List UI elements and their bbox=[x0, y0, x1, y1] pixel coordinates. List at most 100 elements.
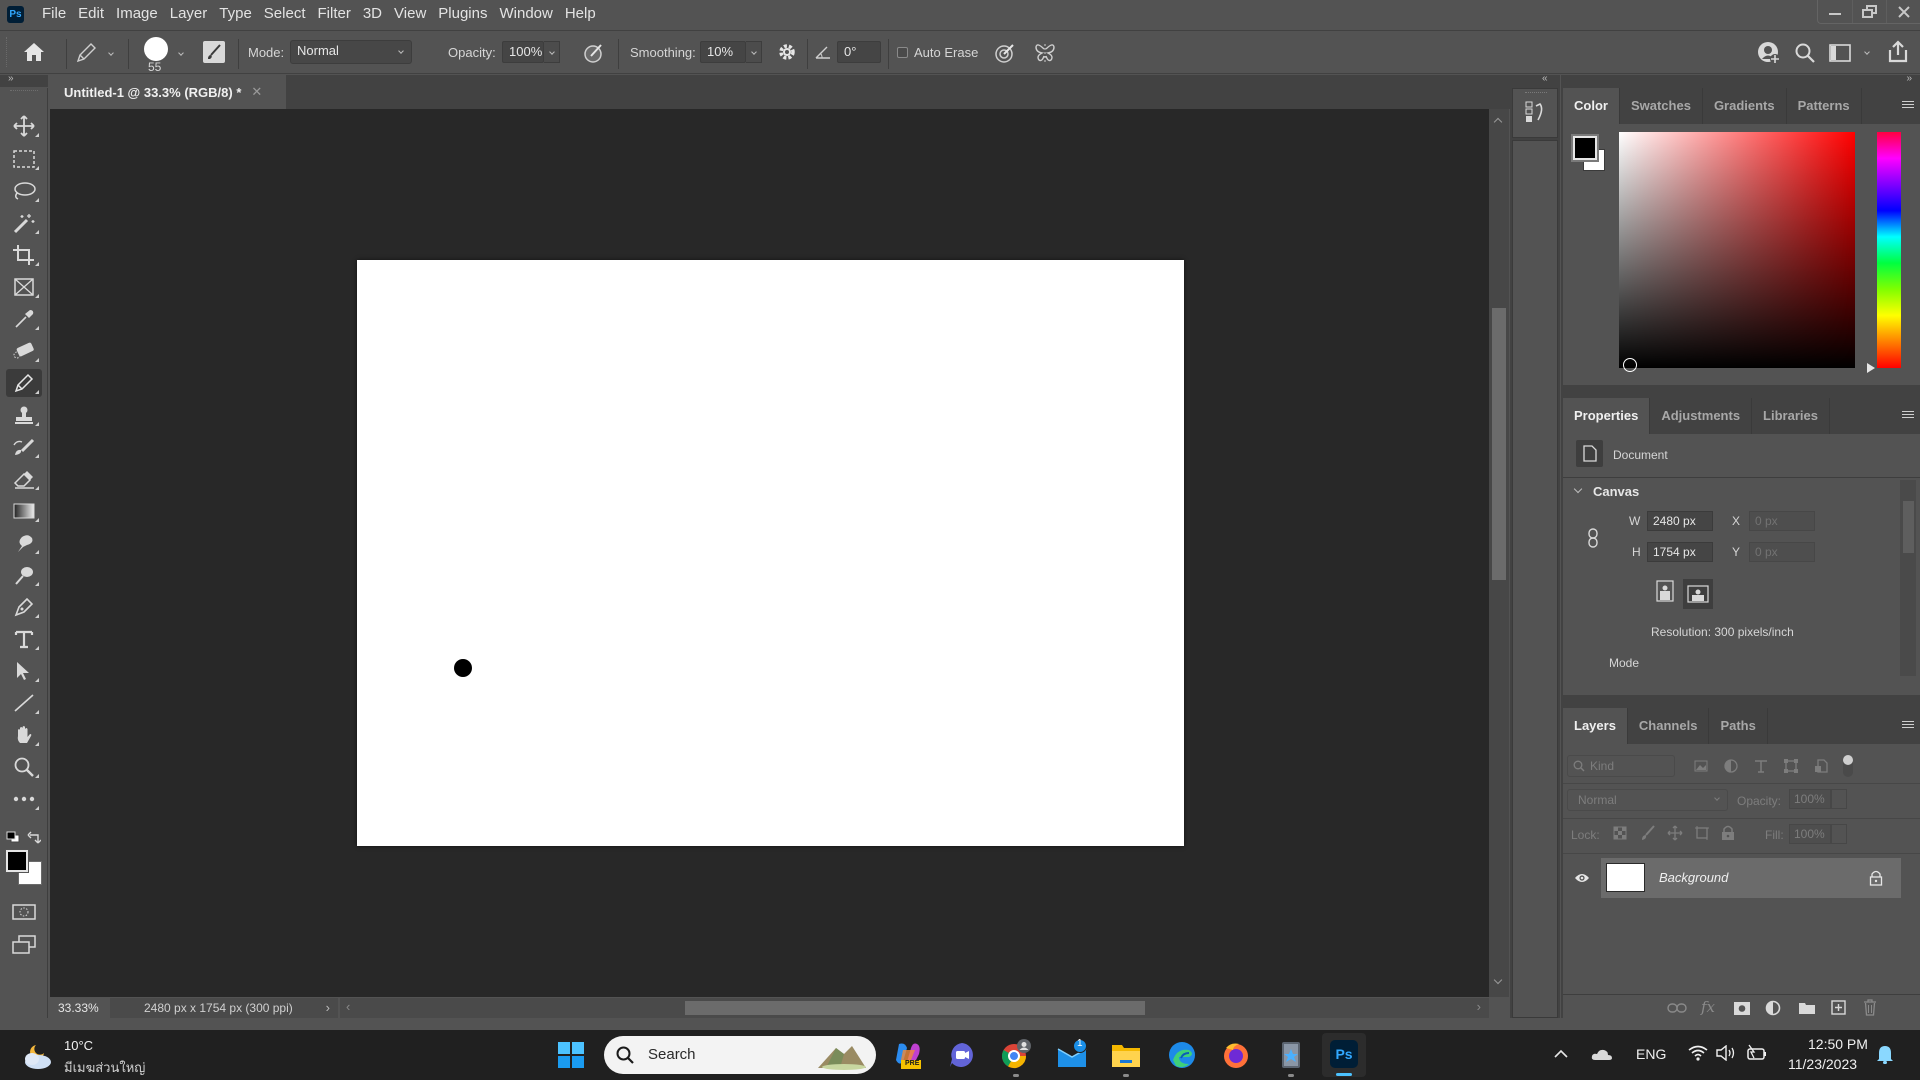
options-bar-grip[interactable] bbox=[6, 37, 9, 67]
hue-slider-handle[interactable] bbox=[1867, 363, 1875, 373]
quick-mask-button[interactable] bbox=[12, 903, 36, 921]
foreground-color-swatch[interactable] bbox=[5, 849, 29, 873]
symmetry-button[interactable] bbox=[1033, 41, 1057, 65]
restore-button[interactable] bbox=[1852, 0, 1886, 23]
menu-layer[interactable]: Layer bbox=[164, 0, 214, 28]
menu-help[interactable]: Help bbox=[559, 0, 602, 28]
taskbar-clock-time[interactable]: 12:50 PM bbox=[1808, 1036, 1868, 1052]
share-button[interactable] bbox=[1886, 40, 1910, 64]
tool-hand[interactable] bbox=[6, 721, 42, 749]
menu-3d[interactable]: 3D bbox=[357, 0, 388, 28]
canvas-section-chevron-icon[interactable] bbox=[1573, 484, 1583, 494]
menu-file[interactable]: File bbox=[36, 0, 72, 28]
layer-opacity-dropdown[interactable] bbox=[1831, 789, 1847, 809]
color-panel-foreground-swatch[interactable] bbox=[1571, 134, 1599, 162]
layer-filter-select[interactable]: Kind bbox=[1567, 755, 1675, 777]
auto-erase-checkbox[interactable] bbox=[897, 47, 908, 58]
wifi-icon[interactable] bbox=[1688, 1045, 1708, 1061]
filter-pixel-icon[interactable] bbox=[1694, 760, 1708, 772]
layer-fill-dropdown[interactable] bbox=[1831, 824, 1847, 844]
panel-menu-icon[interactable] bbox=[1902, 721, 1914, 730]
weather-widget[interactable] bbox=[20, 1039, 56, 1071]
tab-gradients[interactable]: Gradients bbox=[1703, 88, 1787, 124]
layer-visibility-toggle[interactable] bbox=[1563, 858, 1601, 898]
tool-path-selection[interactable] bbox=[6, 657, 42, 685]
horizontal-scroll-thumb[interactable] bbox=[685, 1001, 1145, 1015]
tool-eyedropper[interactable] bbox=[6, 305, 42, 333]
tool-preset-picker[interactable] bbox=[74, 41, 100, 65]
tool-magic-wand[interactable] bbox=[6, 209, 42, 237]
lock-image-pixels-icon[interactable] bbox=[1640, 825, 1656, 841]
pressure-opacity-button[interactable] bbox=[582, 41, 606, 65]
link-dimensions-icon[interactable] bbox=[1587, 528, 1599, 548]
landscape-orientation-button[interactable] bbox=[1683, 579, 1713, 609]
default-colors-button[interactable] bbox=[6, 831, 20, 843]
canvas-height-input[interactable]: 1754 px bbox=[1647, 542, 1713, 562]
tool-more[interactable] bbox=[6, 785, 42, 813]
tab-swatches[interactable]: Swatches bbox=[1620, 88, 1703, 124]
taskbar-edge[interactable] bbox=[1166, 1039, 1198, 1071]
document-tab[interactable]: Untitled-1 @ 33.3% (RGB/8) * ✕ bbox=[50, 75, 286, 109]
taskbar-clock-date[interactable]: 11/23/2023 bbox=[1788, 1056, 1857, 1072]
tool-move[interactable] bbox=[6, 112, 42, 140]
notification-bell-icon[interactable] bbox=[1876, 1044, 1894, 1064]
canvas[interactable] bbox=[357, 260, 1184, 846]
smoothing-options-button[interactable] bbox=[776, 42, 798, 64]
taskbar-file-explorer[interactable] bbox=[1110, 1039, 1142, 1077]
menu-edit[interactable]: Edit bbox=[72, 0, 110, 28]
delete-layer-icon[interactable] bbox=[1863, 999, 1877, 1016]
brush-angle-input[interactable]: 0° bbox=[837, 41, 881, 63]
filter-smart-object-icon[interactable] bbox=[1814, 759, 1828, 773]
tool-zoom[interactable] bbox=[6, 753, 42, 781]
home-button[interactable] bbox=[22, 41, 46, 63]
layer-row-background[interactable]: Background bbox=[1563, 858, 1901, 898]
taskbar-photoshop[interactable]: Ps bbox=[1322, 1033, 1366, 1077]
scroll-left-icon[interactable]: ‹ bbox=[346, 999, 350, 1014]
new-adjustment-layer-icon[interactable] bbox=[1765, 1000, 1781, 1016]
close-tab-icon[interactable]: ✕ bbox=[251, 84, 262, 100]
lock-artboard-icon[interactable] bbox=[1694, 825, 1710, 841]
onedrive-icon[interactable] bbox=[1591, 1047, 1613, 1061]
tab-paths[interactable]: Paths bbox=[1709, 708, 1768, 744]
horizontal-scrollbar[interactable]: ‹ › bbox=[340, 998, 1489, 1018]
brush-preview[interactable] bbox=[144, 37, 168, 61]
vertical-scrollbar[interactable] bbox=[1489, 109, 1509, 997]
tool-frame[interactable] bbox=[6, 273, 42, 301]
menu-plugins[interactable]: Plugins bbox=[432, 0, 493, 28]
layer-opacity-input[interactable]: 100% bbox=[1789, 789, 1831, 809]
battery-charging-icon[interactable] bbox=[1746, 1044, 1768, 1062]
panel-menu-icon[interactable] bbox=[1902, 101, 1914, 110]
smoothing-input[interactable]: 10% bbox=[700, 41, 746, 63]
hue-slider[interactable] bbox=[1877, 132, 1901, 368]
brush-picker-chevron[interactable] bbox=[178, 50, 184, 56]
taskbar-firefox[interactable] bbox=[1220, 1039, 1252, 1071]
volume-icon[interactable] bbox=[1716, 1045, 1736, 1061]
scroll-right-icon[interactable]: › bbox=[1477, 999, 1481, 1014]
properties-scroll-thumb[interactable] bbox=[1903, 501, 1914, 553]
tool-gradient[interactable] bbox=[6, 497, 42, 525]
minimize-button[interactable] bbox=[1818, 0, 1852, 23]
input-language[interactable]: ENG bbox=[1636, 1046, 1666, 1062]
menu-filter[interactable]: Filter bbox=[312, 0, 357, 28]
show-hidden-icons-chevron[interactable] bbox=[1554, 1049, 1568, 1059]
toolbar-grip[interactable] bbox=[10, 90, 38, 93]
new-layer-icon[interactable] bbox=[1831, 1000, 1846, 1015]
workspace-button[interactable] bbox=[1829, 43, 1851, 63]
screen-mode-button[interactable] bbox=[12, 935, 36, 955]
start-button[interactable] bbox=[555, 1039, 587, 1071]
history-panel-button[interactable] bbox=[1512, 88, 1558, 138]
layer-styles-fx-icon[interactable]: fx bbox=[1701, 998, 1715, 1016]
tool-dodge[interactable] bbox=[6, 561, 42, 589]
filter-adjustment-icon[interactable] bbox=[1724, 759, 1738, 773]
properties-scrollbar[interactable] bbox=[1900, 480, 1916, 676]
scroll-up-icon[interactable] bbox=[1493, 117, 1503, 127]
link-layers-icon[interactable] bbox=[1667, 1002, 1687, 1014]
workspace-chevron[interactable] bbox=[1864, 49, 1870, 55]
expand-toolbar-icon[interactable]: » bbox=[8, 73, 14, 84]
taskbar-app-generic[interactable] bbox=[1275, 1039, 1307, 1077]
menu-window[interactable]: Window bbox=[493, 0, 558, 28]
tab-adjustments[interactable]: Adjustments bbox=[1650, 398, 1753, 434]
tab-color[interactable]: Color bbox=[1563, 88, 1620, 124]
lock-position-icon[interactable] bbox=[1667, 825, 1683, 841]
layer-lock-icon[interactable] bbox=[1869, 870, 1883, 886]
